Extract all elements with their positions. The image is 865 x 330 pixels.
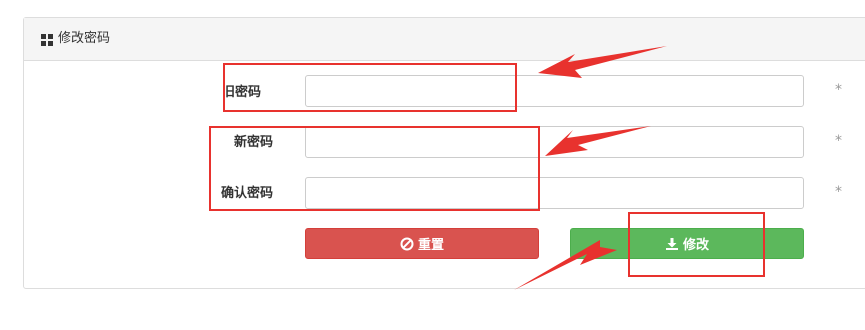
submit-button[interactable]: 修改 (570, 228, 804, 259)
old-password-input[interactable] (305, 75, 804, 107)
old-password-label: 旧密码 (222, 85, 262, 100)
ban-icon (400, 237, 414, 250)
panel-title: 修改密码 (58, 31, 111, 46)
panel-heading: 修改密码 (24, 18, 865, 61)
old-password-required-mark: * (835, 82, 842, 98)
download-icon (665, 237, 678, 250)
submit-button-label: 修改 (682, 238, 709, 253)
new-password-input[interactable] (305, 126, 804, 158)
new-password-required-mark: * (835, 133, 842, 149)
reset-button-label: 重置 (417, 238, 444, 253)
confirm-password-label: 确认密码 (221, 186, 274, 201)
confirm-password-input[interactable] (305, 177, 804, 209)
new-password-label: 新密码 (234, 135, 274, 150)
confirm-password-required-mark: * (835, 184, 842, 200)
reset-button[interactable]: 重置 (305, 228, 539, 259)
grid-icon (41, 34, 53, 46)
